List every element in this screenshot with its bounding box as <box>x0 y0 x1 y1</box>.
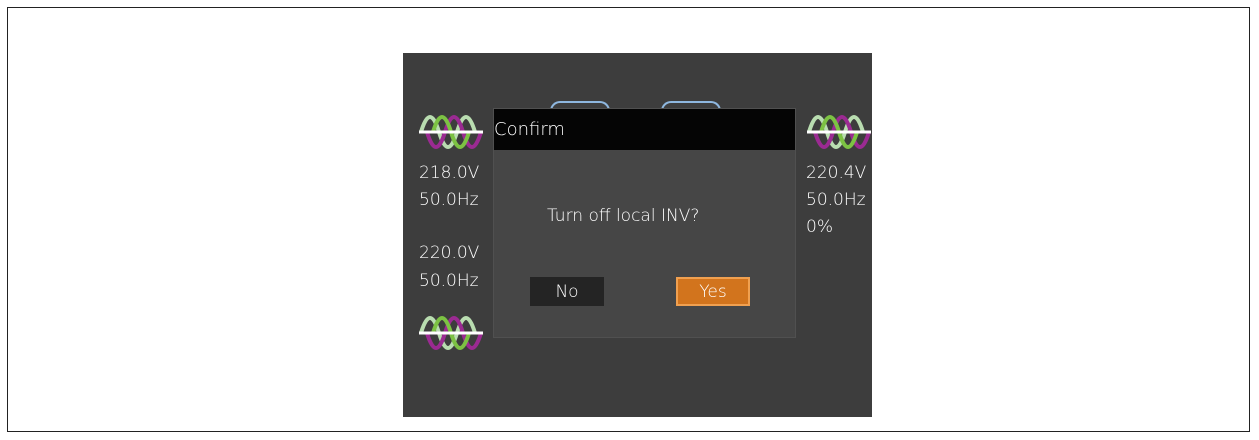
confirm-dialog: Confirm Turn off local INV? No Yes <box>493 108 796 338</box>
sine-wave-icon <box>419 115 483 149</box>
bypass-frequency: 50.0Hz <box>419 190 479 210</box>
ups-display-screen: 218.0V 50.0Hz 220.0V 50.0Hz 220.4V 50.0H… <box>403 53 872 417</box>
sine-wave-icon <box>419 316 483 350</box>
dialog-titlebar: Confirm <box>494 109 795 150</box>
dialog-title: Confirm <box>494 119 565 140</box>
figure-frame: 218.0V 50.0Hz 220.0V 50.0Hz 220.4V 50.0H… <box>7 7 1250 432</box>
no-button[interactable]: No <box>530 277 604 306</box>
mains-voltage: 220.0V <box>419 243 480 263</box>
yes-button[interactable]: Yes <box>676 277 750 306</box>
load-percent: 0% <box>806 217 833 237</box>
output-voltage: 220.4V <box>806 163 867 183</box>
dialog-message: Turn off local INV? <box>547 206 700 226</box>
sine-wave-icon <box>807 115 871 149</box>
mains-frequency: 50.0Hz <box>419 271 479 291</box>
output-frequency: 50.0Hz <box>806 190 866 210</box>
bypass-voltage: 218.0V <box>419 163 480 183</box>
